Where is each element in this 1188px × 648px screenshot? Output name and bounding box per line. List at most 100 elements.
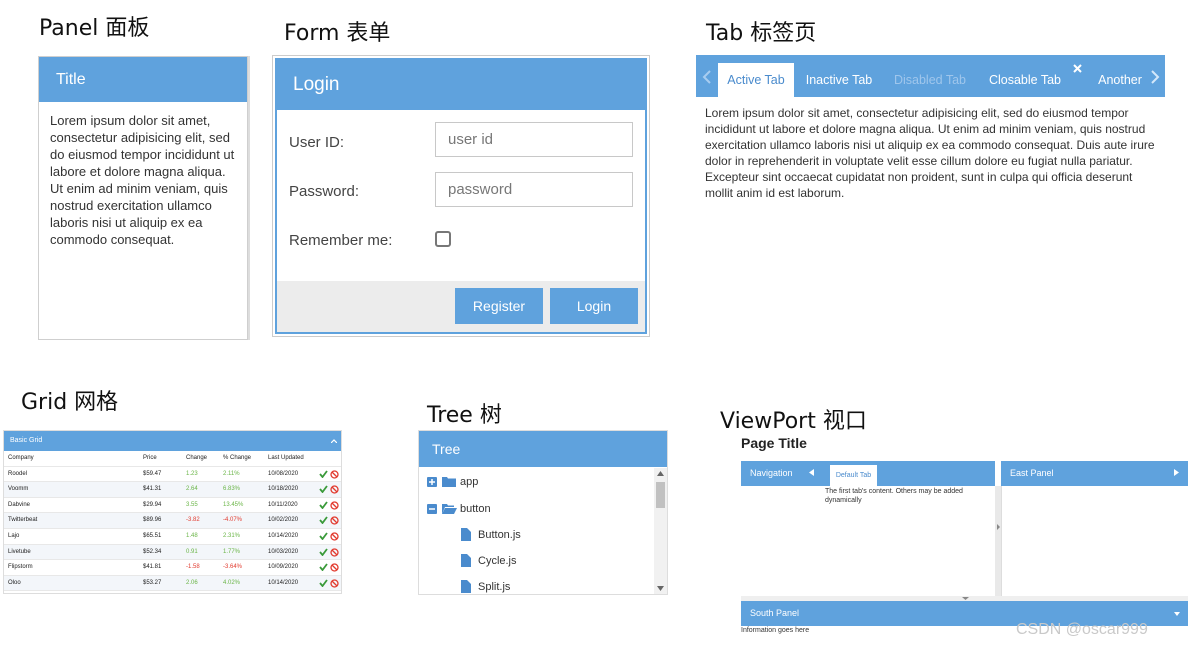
- block-icon[interactable]: [330, 485, 339, 494]
- block-icon[interactable]: [330, 516, 339, 526]
- cell-change: 2.64: [186, 486, 198, 493]
- check-icon[interactable]: [319, 470, 328, 478]
- table-row[interactable]: Dabvine $29.94 3.55 13.45% 10/11/2020: [4, 498, 341, 514]
- table-row[interactable]: Livetube $52.34 0.91 1.77% 10/03/2020: [4, 544, 341, 561]
- expand-right-icon[interactable]: [1174, 469, 1179, 476]
- collapse-down-icon[interactable]: [1174, 612, 1180, 616]
- tab-inactive[interactable]: Inactive Tab: [800, 63, 878, 97]
- check-icon[interactable]: [319, 532, 328, 540]
- grid-header-row: Company Price Change % Change Last Updat…: [4, 451, 341, 467]
- scroll-left-icon[interactable]: [702, 70, 712, 84]
- check-icon[interactable]: [319, 516, 328, 525]
- panel-caption: Panel 面板: [39, 16, 150, 41]
- cell-pct-change: 13.45%: [223, 501, 244, 508]
- splitter-arrow-icon[interactable]: [962, 597, 969, 600]
- register-button[interactable]: Register: [455, 288, 543, 324]
- collapse-left-icon[interactable]: [809, 469, 814, 476]
- splitter-arrow-icon[interactable]: [997, 524, 1000, 530]
- check-icon[interactable]: [319, 485, 328, 494]
- block-icon[interactable]: [330, 501, 339, 510]
- userid-input[interactable]: [435, 122, 633, 157]
- south-panel-title: South Panel: [750, 608, 800, 618]
- default-tab[interactable]: Default Tab: [829, 464, 878, 486]
- cell-last-updated: 10/09/2020: [268, 564, 299, 571]
- page-title: Page Title: [741, 435, 807, 451]
- login-button[interactable]: Login: [550, 288, 638, 324]
- collapse-icon[interactable]: [427, 504, 437, 514]
- password-label: Password:: [289, 183, 360, 200]
- cell-company: Livetube: [8, 548, 31, 555]
- form-caption: Form 表单: [284, 21, 391, 46]
- cell-price: $89.96: [143, 517, 162, 524]
- cell-last-updated: 10/02/2020: [268, 517, 299, 524]
- cell-change: -1.58: [186, 564, 200, 571]
- cell-pct-change: 2.31%: [223, 533, 241, 539]
- folder-open-icon: [442, 504, 457, 514]
- tree-node-split-js[interactable]: Split.js: [478, 581, 510, 593]
- cell-price: $65.51: [143, 533, 162, 539]
- block-icon[interactable]: [330, 547, 339, 557]
- cell-change: 1.48: [186, 533, 198, 539]
- cell-price: $41.81: [143, 564, 162, 571]
- remember-checkbox[interactable]: [435, 231, 451, 247]
- table-row[interactable]: Roodel $59.47 1.23 2.11% 10/08/2020: [4, 467, 341, 483]
- cell-change: 0.91: [186, 548, 198, 555]
- panel-body: Lorem ipsum dolor sit amet, consectetur …: [50, 113, 235, 247]
- cell-pct-change: 2.11%: [223, 470, 240, 477]
- collapse-icon[interactable]: [331, 439, 337, 443]
- block-icon[interactable]: [330, 532, 339, 541]
- col-pct-change[interactable]: % Change: [223, 455, 251, 461]
- check-icon[interactable]: [319, 501, 328, 509]
- block-icon[interactable]: [330, 469, 339, 479]
- tree-node-button-js[interactable]: Button.js: [478, 529, 521, 541]
- scroll-up-icon[interactable]: [657, 471, 664, 476]
- cell-company: Flipstorm: [8, 564, 33, 571]
- cell-last-updated: 10/18/2020: [268, 486, 299, 493]
- cell-change: -3.82: [186, 517, 200, 524]
- grid-caption: Grid 网格: [21, 390, 119, 415]
- tab-disabled: Disabled Tab: [893, 73, 967, 87]
- close-icon[interactable]: [1073, 64, 1082, 73]
- check-icon[interactable]: [319, 579, 328, 587]
- scroll-down-icon[interactable]: [657, 586, 664, 591]
- navigation-title: Navigation: [750, 468, 793, 478]
- cell-last-updated: 10/08/2020: [268, 470, 299, 477]
- check-icon[interactable]: [319, 548, 328, 556]
- tree-node-app[interactable]: app: [460, 476, 478, 488]
- table-row[interactable]: Flipstorm $41.81 -1.58 -3.64% 10/09/2020: [4, 560, 341, 576]
- cell-last-updated: 10/14/2020: [268, 579, 299, 586]
- cell-price: $29.94: [143, 501, 162, 508]
- tab-closable[interactable]: Closable Tab: [984, 63, 1066, 97]
- tree-node-cycle-js[interactable]: Cycle.js: [478, 555, 517, 567]
- col-last-updated[interactable]: Last Updated: [268, 455, 304, 461]
- east-panel-body: [1001, 486, 1188, 596]
- scroll-right-icon[interactable]: [1150, 70, 1160, 84]
- block-icon[interactable]: [330, 579, 339, 588]
- cell-pct-change: 6.83%: [223, 486, 241, 493]
- panel-title: Title: [39, 57, 247, 102]
- password-input[interactable]: [435, 172, 633, 207]
- file-icon: [461, 580, 471, 593]
- col-change[interactable]: Change: [186, 455, 207, 461]
- tab-another[interactable]: Another: [1094, 63, 1146, 97]
- scrollbar-thumb[interactable]: [656, 482, 665, 508]
- grid-title: Basic Grid: [4, 431, 341, 451]
- col-company[interactable]: Company: [8, 455, 34, 461]
- tree-node-button[interactable]: button: [460, 503, 491, 515]
- table-row[interactable]: Oloo $53.27 2.06 4.02% 10/14/2020: [4, 575, 341, 592]
- expand-icon[interactable]: [427, 477, 437, 487]
- cell-last-updated: 10/14/2020: [268, 533, 299, 539]
- cell-company: Oloo: [8, 579, 21, 586]
- cell-company: Roodel: [8, 470, 28, 477]
- check-icon[interactable]: [319, 563, 328, 572]
- login-form: Login User ID: Password: Remember me: Re…: [272, 55, 650, 337]
- block-icon[interactable]: [330, 563, 339, 572]
- cell-pct-change: 4.02%: [223, 579, 241, 586]
- table-row[interactable]: Lajo $65.51 1.48 2.31% 10/14/2020: [4, 529, 341, 545]
- table-row[interactable]: Voomm $41.31 2.64 6.83% 10/18/2020: [4, 482, 341, 498]
- table-row[interactable]: Twitterbeat $89.96 -3.82 -4.07% 10/02/2020: [4, 513, 341, 529]
- tree-scrollbar[interactable]: [654, 468, 667, 594]
- tab-active[interactable]: Active Tab: [718, 63, 794, 97]
- cell-company: Dabvine: [8, 501, 31, 508]
- col-price[interactable]: Price: [143, 455, 157, 461]
